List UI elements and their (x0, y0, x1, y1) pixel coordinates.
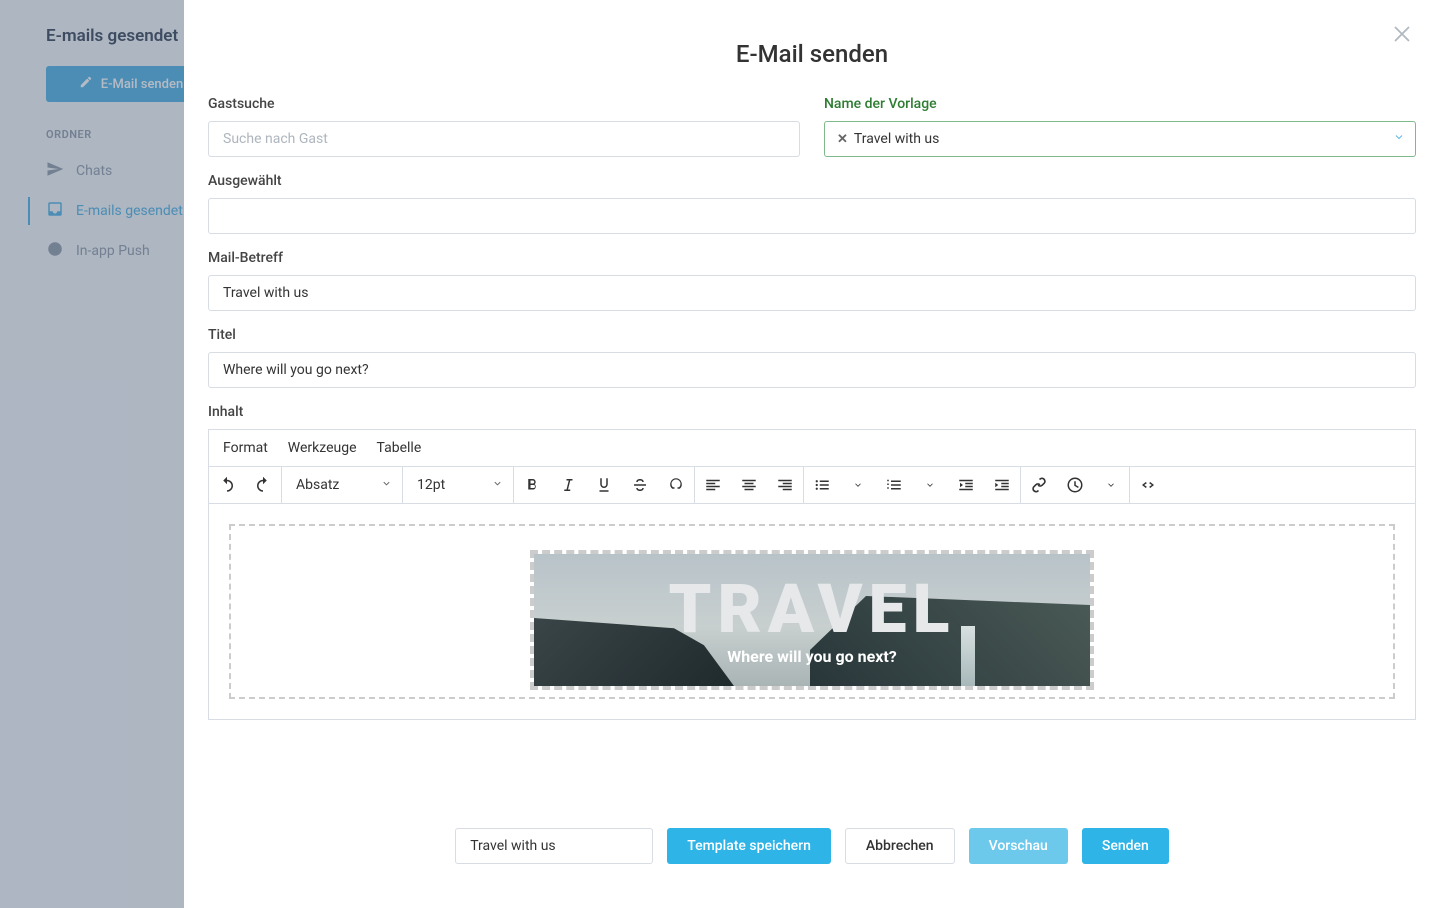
menu-tools[interactable]: Werkzeuge (288, 440, 357, 456)
sidebar: E-mails gesendet E-Mail senden ORDNER Ch… (0, 0, 184, 908)
template-name-input[interactable] (455, 828, 653, 864)
template-name-value: Travel with us (854, 131, 939, 147)
hero-subtitle: Where will you go next? (727, 647, 897, 666)
menu-format[interactable]: Format (223, 440, 268, 456)
redo-button[interactable] (245, 467, 281, 503)
title-label: Titel (208, 327, 1416, 343)
close-button[interactable] (1388, 20, 1416, 48)
save-template-button[interactable]: Template speichern (667, 828, 831, 864)
sidebar-item-push[interactable]: In-app Push (0, 231, 184, 271)
preview-button[interactable]: Vorschau (969, 828, 1068, 864)
email-template-frame: TRAVEL Where will you go next? (229, 524, 1395, 699)
bell-icon (46, 240, 64, 262)
hero-image[interactable]: TRAVEL Where will you go next? (530, 550, 1094, 690)
guest-search-input[interactable] (208, 121, 800, 157)
hero-headline: TRAVEL (669, 575, 956, 643)
bold-button[interactable] (514, 467, 550, 503)
font-size-select[interactable]: 12pt (403, 467, 513, 503)
link-button[interactable] (1021, 467, 1057, 503)
editor-toolbar: Absatz 12pt (208, 466, 1416, 504)
cancel-button[interactable]: Abbrechen (845, 828, 955, 864)
sidebar-item-label: Chats (76, 163, 112, 179)
chevron-down-icon (381, 477, 392, 493)
inbox-icon (46, 200, 64, 222)
chevron-down-icon (1393, 131, 1405, 147)
pencil-icon (79, 75, 93, 93)
editor-content[interactable]: TRAVEL Where will you go next? (208, 504, 1416, 720)
content-label: Inhalt (208, 404, 1416, 420)
page-title: E-mails gesendet (0, 20, 184, 66)
selected-label: Ausgewählt (208, 173, 1416, 189)
send-button[interactable]: Senden (1082, 828, 1169, 864)
clear-icon[interactable]: ✕ (837, 132, 848, 147)
sidebar-item-chats[interactable]: Chats (0, 151, 184, 191)
align-right-button[interactable] (767, 467, 803, 503)
subject-label: Mail-Betreff (208, 250, 1416, 266)
time-button[interactable] (1057, 467, 1093, 503)
align-center-button[interactable] (731, 467, 767, 503)
undo-button[interactable] (209, 467, 245, 503)
bullet-list-menu[interactable] (840, 467, 876, 503)
code-button[interactable] (1130, 467, 1166, 503)
outdent-button[interactable] (948, 467, 984, 503)
italic-button[interactable] (550, 467, 586, 503)
time-menu[interactable] (1093, 467, 1129, 503)
special-char-button[interactable] (658, 467, 694, 503)
underline-button[interactable] (586, 467, 622, 503)
numbered-list-menu[interactable] (912, 467, 948, 503)
indent-button[interactable] (984, 467, 1020, 503)
selected-input[interactable] (208, 198, 1416, 234)
menu-table[interactable]: Tabelle (377, 440, 422, 456)
font-size-value: 12pt (417, 477, 445, 493)
send-icon (46, 160, 64, 182)
block-format-value: Absatz (296, 477, 339, 493)
align-left-button[interactable] (695, 467, 731, 503)
modal-title: E-Mail senden (184, 0, 1440, 96)
send-email-modal: E-Mail senden Gastsuche Name der Vorlage… (184, 0, 1440, 908)
bullet-list-button[interactable] (804, 467, 840, 503)
folders-label: ORDNER (0, 102, 184, 151)
sidebar-item-label: E-mails gesendet (76, 203, 183, 219)
subject-input[interactable] (208, 275, 1416, 311)
sidebar-item-emails[interactable]: E-mails gesendet (0, 191, 184, 231)
compose-label: E-Mail senden (101, 77, 183, 92)
modal-footer: Template speichern Abbrechen Vorschau Se… (184, 784, 1440, 908)
title-input[interactable] (208, 352, 1416, 388)
strikethrough-button[interactable] (622, 467, 658, 503)
template-name-label: Name der Vorlage (824, 96, 1416, 112)
sidebar-item-label: In-app Push (76, 243, 150, 259)
chevron-down-icon (492, 477, 503, 493)
block-format-select[interactable]: Absatz (282, 467, 402, 503)
guest-search-label: Gastsuche (208, 96, 800, 112)
editor-menubar: Format Werkzeuge Tabelle (208, 429, 1416, 466)
numbered-list-button[interactable] (876, 467, 912, 503)
template-name-select[interactable]: ✕ Travel with us (824, 121, 1416, 157)
